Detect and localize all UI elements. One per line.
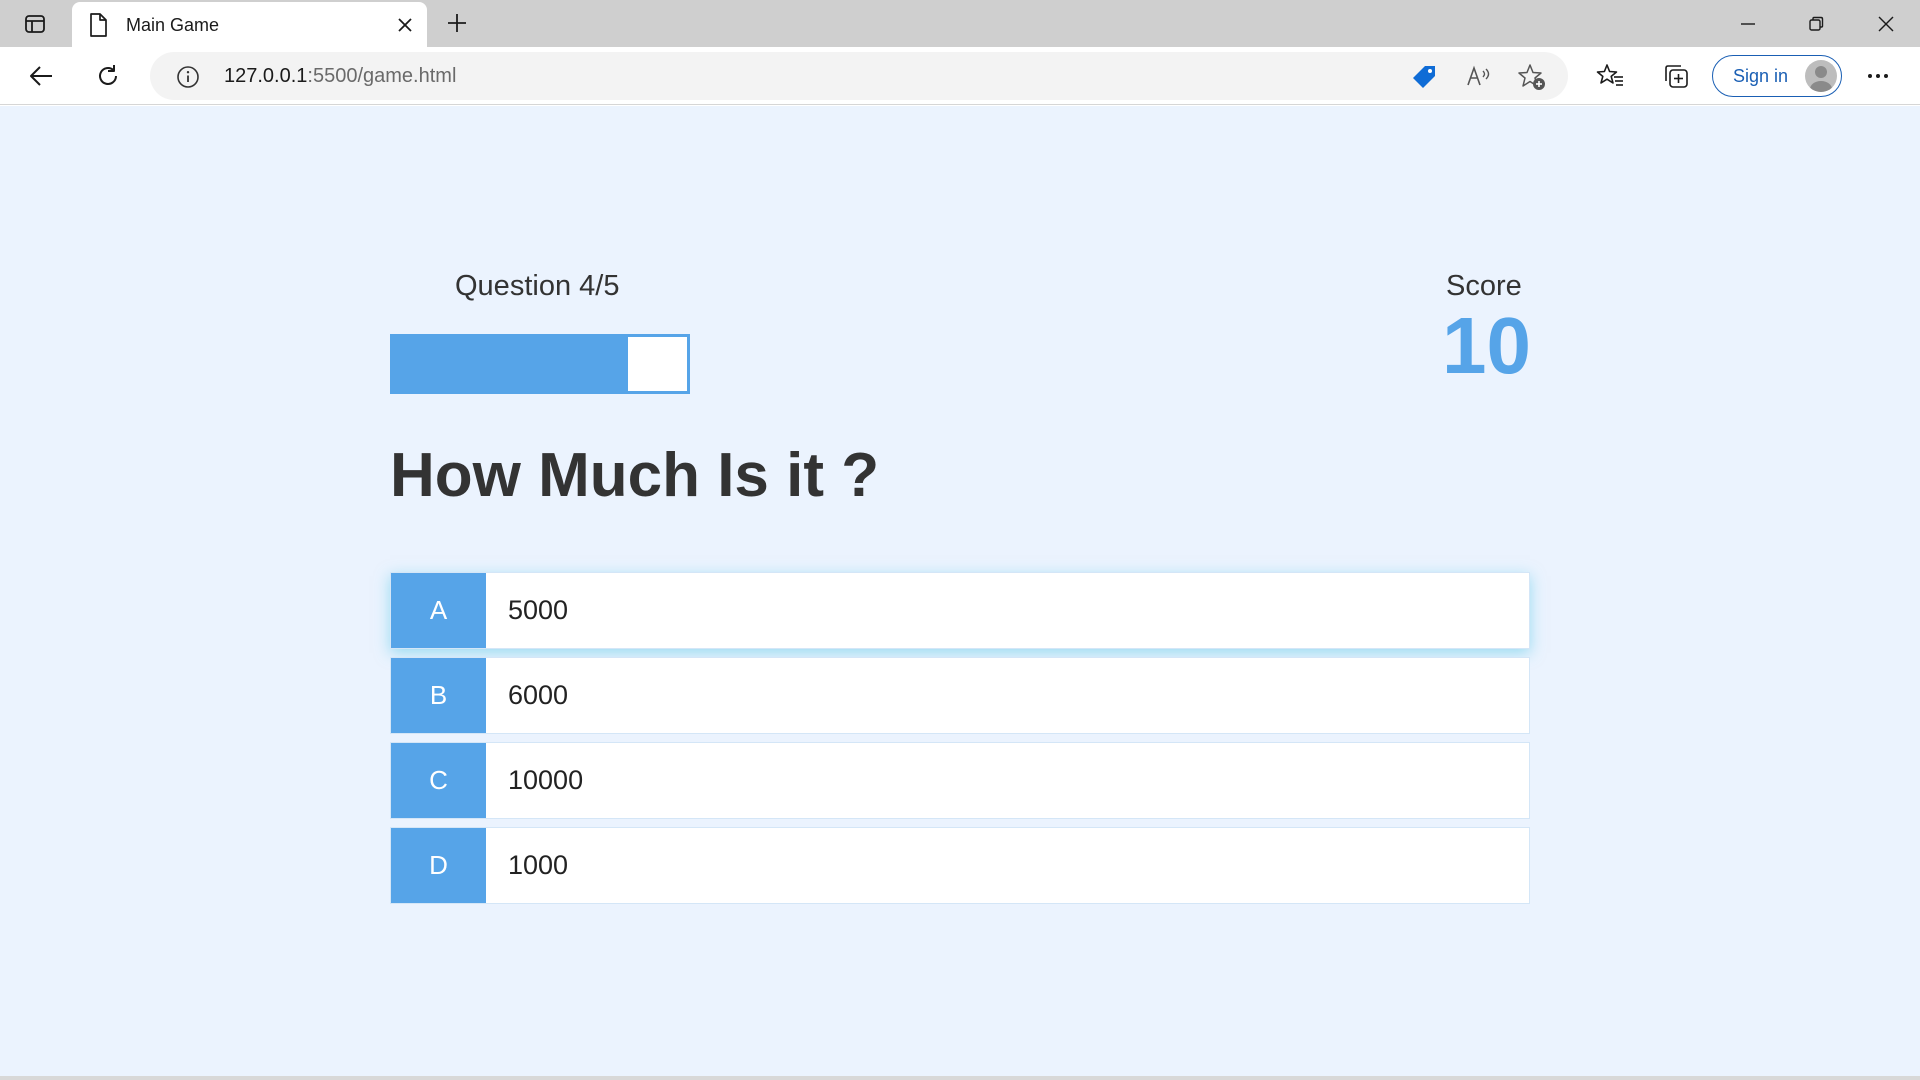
question-counter: Question 4/5 — [455, 270, 620, 302]
progress-fill — [393, 337, 629, 391]
more-icon — [1868, 74, 1888, 78]
choice-text: 6000 — [508, 680, 569, 710]
sign-in-label: Sign in — [1733, 66, 1789, 86]
plus-icon — [448, 14, 466, 32]
collections-button[interactable] — [1656, 57, 1696, 95]
close-icon — [398, 18, 412, 32]
choice-b[interactable]: B 6000 — [390, 657, 1530, 734]
read-aloud-icon — [1467, 65, 1490, 86]
add-favorite-button[interactable] — [1518, 63, 1546, 91]
sign-in-button[interactable]: Sign in — [1712, 55, 1842, 97]
choice-text: 5000 — [508, 595, 569, 625]
tab-main-game[interactable]: Main Game — [72, 2, 427, 47]
choice-d[interactable]: D 1000 — [390, 827, 1530, 904]
window-bottom-border — [0, 1076, 1920, 1080]
choice-text: 1000 — [508, 850, 569, 880]
shopping-tag-button[interactable] — [1410, 63, 1438, 91]
tab-close-button[interactable] — [394, 14, 416, 36]
close-window-icon — [1878, 16, 1894, 31]
favorites-button[interactable] — [1590, 57, 1630, 95]
score-value: 10 — [1442, 301, 1531, 390]
profile-icon — [1810, 66, 1832, 92]
page-viewport: Question 4/5 Score 10 How Much Is it ? A… — [0, 106, 1920, 1080]
minimize-icon — [1741, 22, 1755, 25]
question-text: How Much Is it ? — [390, 441, 880, 510]
read-aloud-button[interactable] — [1464, 63, 1492, 91]
close-window-button[interactable] — [1852, 0, 1920, 47]
choice-c[interactable]: C 10000 — [390, 742, 1530, 819]
choice-list: A 5000 B 6000 C 10000 D 1000 — [390, 572, 1530, 912]
page-icon — [90, 13, 107, 37]
back-button[interactable] — [21, 57, 61, 95]
restore-icon — [1809, 16, 1824, 31]
minimize-button[interactable] — [1714, 0, 1782, 47]
browser-toolbar: 127.0.0.1:5500/game.html Sign in — [0, 47, 1920, 105]
restore-button[interactable] — [1782, 0, 1850, 47]
site-info-icon[interactable] — [176, 65, 200, 89]
progress-bar — [390, 334, 690, 394]
favorites-icon — [1596, 64, 1623, 86]
choice-prefix: A — [391, 573, 486, 648]
url-host: 127.0.0.1 — [224, 65, 308, 87]
tab-actions-icon — [25, 15, 45, 33]
tag-icon — [1413, 66, 1435, 88]
avatar — [1805, 60, 1837, 92]
url-path: :5500/game.html — [307, 65, 457, 87]
choice-prefix: C — [391, 743, 486, 818]
refresh-icon — [99, 65, 117, 85]
tab-strip: Main Game — [0, 0, 1920, 47]
back-arrow-icon — [30, 66, 52, 86]
settings-more-button[interactable] — [1858, 57, 1898, 95]
choice-a[interactable]: A 5000 — [390, 572, 1530, 649]
tab-actions-button[interactable] — [18, 9, 52, 39]
choice-prefix: D — [391, 828, 486, 903]
collections-icon — [1665, 65, 1688, 88]
refresh-button[interactable] — [88, 57, 128, 95]
tab-title: Main Game — [126, 15, 220, 35]
star-add-icon — [1518, 64, 1545, 90]
new-tab-button[interactable] — [440, 8, 474, 38]
address-bar[interactable]: 127.0.0.1:5500/game.html — [150, 52, 1568, 100]
score-label: Score — [1446, 270, 1522, 302]
choice-text: 10000 — [508, 765, 584, 795]
url-text[interactable]: 127.0.0.1:5500/game.html — [224, 65, 456, 88]
choice-prefix: B — [391, 658, 486, 733]
